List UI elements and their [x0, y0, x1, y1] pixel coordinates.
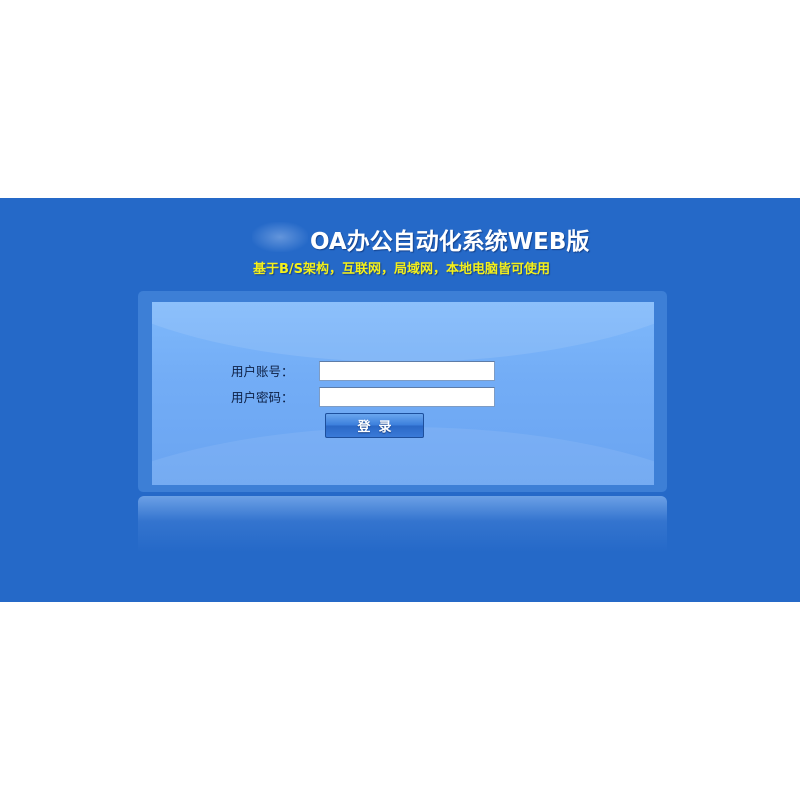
- system-subtitle: 基于B/S架构，互联网，局域网，本地电脑皆可使用: [253, 262, 551, 277]
- panel-reflection: [138, 496, 667, 552]
- login-page: OA办公自动化系统WEB版 基于B/S架构，互联网，局域网，本地电脑皆可使用 用…: [0, 0, 800, 800]
- system-title: OA办公自动化系统WEB版: [310, 229, 590, 255]
- username-input[interactable]: [319, 361, 495, 381]
- blurred-logo: [252, 222, 308, 252]
- panel-highlight-top: [152, 302, 654, 362]
- password-input[interactable]: [319, 387, 495, 407]
- password-label: 用户密码：: [231, 390, 294, 405]
- login-button[interactable]: 登录: [325, 413, 424, 438]
- username-label: 用户账号：: [231, 364, 294, 379]
